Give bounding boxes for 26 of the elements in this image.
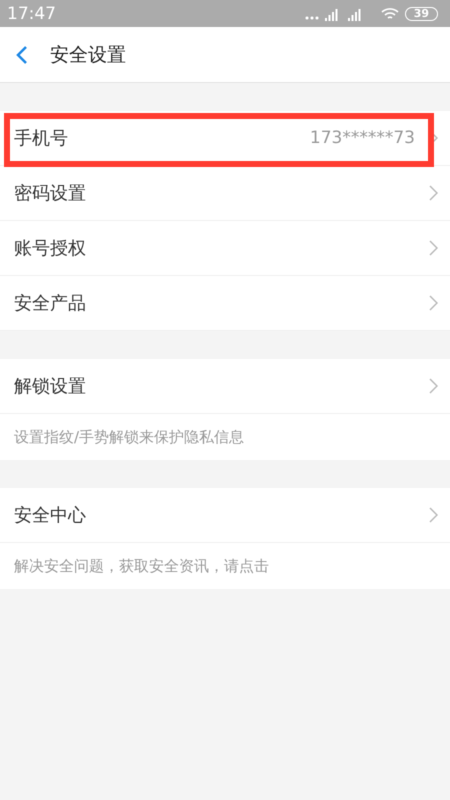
- settings-row[interactable]: 密码设置: [0, 166, 450, 221]
- row-label: 解锁设置: [14, 375, 86, 398]
- chevron-right-icon: [429, 378, 438, 394]
- section-description: 设置指纹/手势解锁来保护隐私信息: [13, 426, 246, 448]
- wifi-icon: [380, 6, 399, 20]
- back-button[interactable]: [16, 44, 28, 64]
- settings-row[interactable]: 安全产品: [0, 276, 450, 331]
- settings-row[interactable]: 安全中心: [0, 488, 450, 543]
- page-title: 安全设置: [50, 42, 126, 68]
- chevron-right-icon: [429, 507, 438, 523]
- settings-row[interactable]: 账号授权: [0, 221, 450, 276]
- chevron-right-icon: [429, 185, 438, 201]
- section-description: 解决安全问题，获取安全资讯，请点击: [13, 556, 270, 576]
- settings-row[interactable]: 解锁设置: [0, 359, 450, 414]
- row-value: 173******73: [310, 128, 415, 148]
- settings-row[interactable]: 手机号 173******73: [0, 111, 450, 166]
- status-time: 17:47: [7, 4, 56, 24]
- battery-level: 39: [404, 6, 438, 20]
- row-label: 密码设置: [14, 182, 86, 205]
- row-label: 账号授权: [14, 237, 86, 260]
- back-icon: [16, 44, 28, 64]
- row-label: 安全中心: [14, 504, 86, 527]
- row-label: 安全产品: [14, 292, 86, 315]
- chevron-right-icon: [429, 295, 438, 311]
- row-label: 手机号: [14, 127, 68, 150]
- chevron-right-icon: [429, 240, 438, 256]
